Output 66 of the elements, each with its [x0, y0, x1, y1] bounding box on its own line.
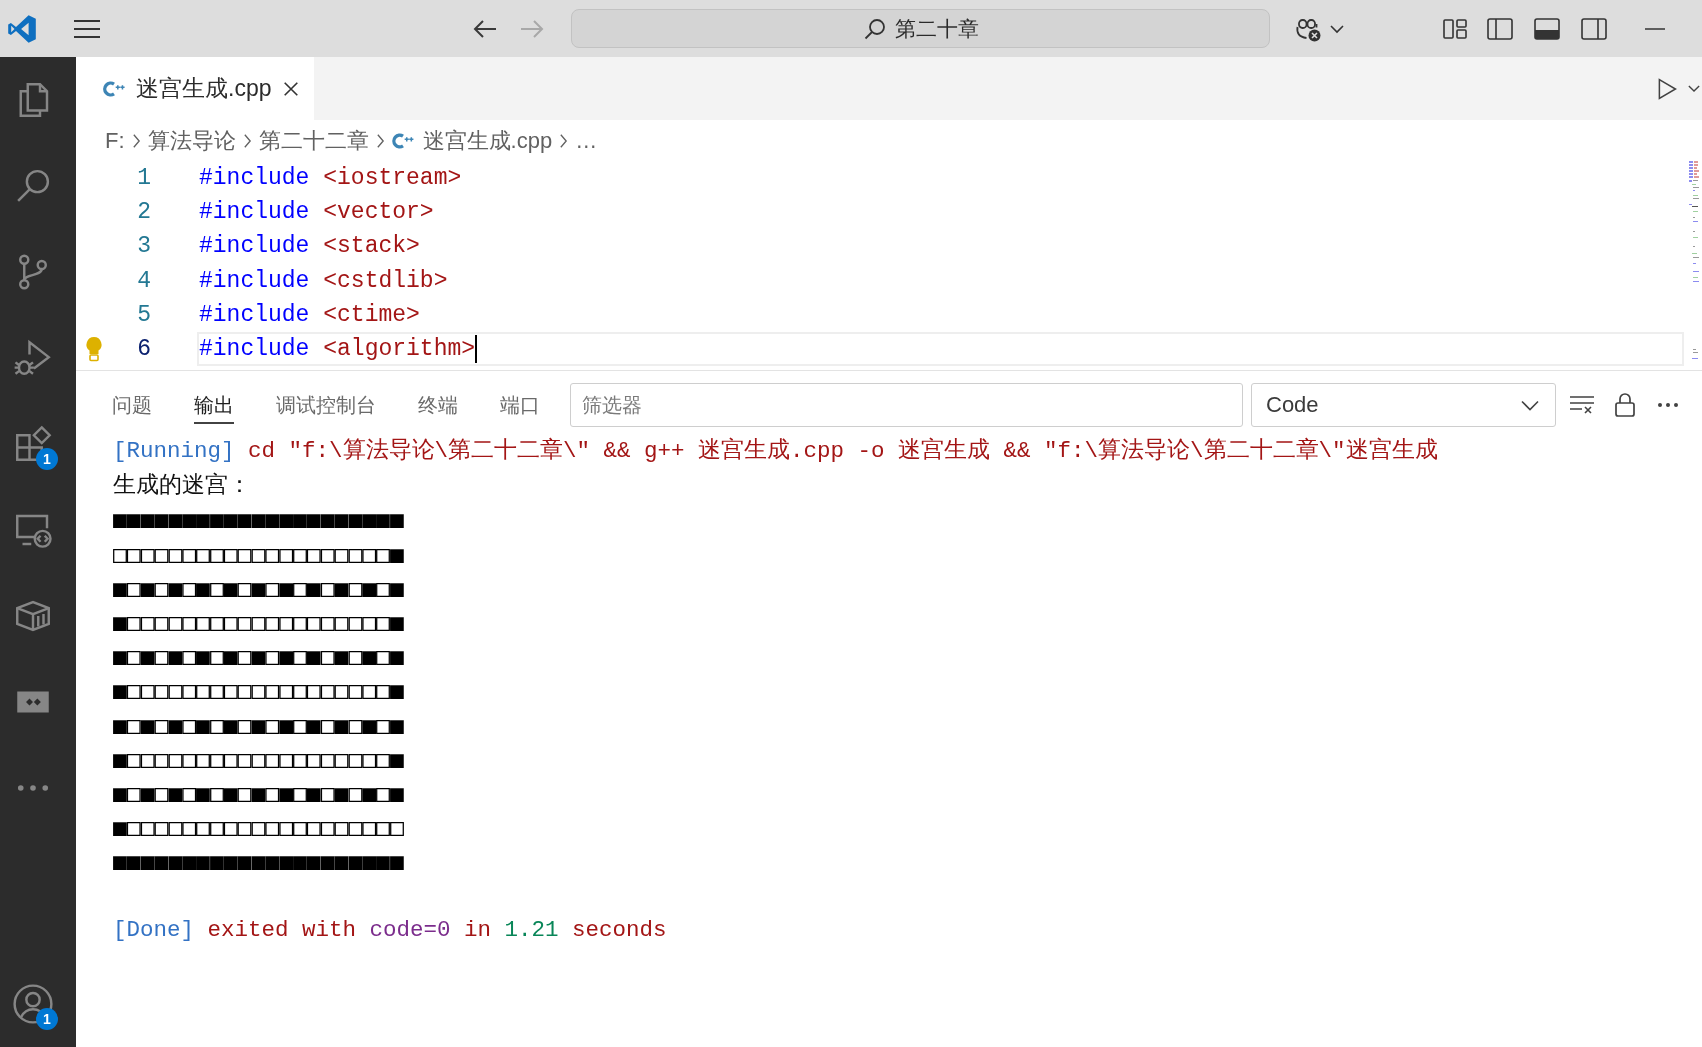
code-line: #include <stack>: [199, 233, 420, 260]
breadcrumb-item[interactable]: F:: [105, 127, 125, 154]
chevron-down-icon[interactable]: [1688, 84, 1700, 93]
line-number: 1: [137, 165, 151, 192]
output-line: 生成的迷宫：: [113, 471, 251, 500]
minimize-icon[interactable]: [1645, 26, 1665, 31]
notification-badge: 1: [36, 1008, 58, 1030]
line-number: 6: [137, 336, 151, 363]
chevron-right-icon: [242, 132, 252, 149]
code-line: #include <algorithm>: [199, 336, 476, 363]
line-number: 3: [137, 233, 151, 260]
search-box[interactable]: 第二十章: [571, 9, 1270, 48]
breadcrumb-item[interactable]: 迷宫生成.cpp: [391, 125, 553, 156]
logo-icon: [7, 13, 37, 44]
panel-bottom-icon[interactable]: [1534, 17, 1560, 40]
chevron-right-icon: [131, 132, 141, 149]
chevron-right-icon: [375, 132, 385, 149]
chevron-right-icon: [559, 132, 569, 149]
cpp-file-icon: [391, 130, 414, 151]
maze-row-text: ■■■■■■■■■■■■■■■■■■■■■: [113, 847, 404, 877]
code-line: #include <iostream>: [199, 165, 462, 192]
maze-row-text: ■□■□■□■□■□■□■□■□■□■□■: [113, 573, 404, 603]
maze-row-text: ■□□□□□□□□□□□□□□□□□□□■: [113, 607, 404, 637]
panel-tab[interactable]: 终端: [418, 386, 458, 424]
output-line: [Done] exited with code=0 in 1.21 seconds: [113, 915, 667, 945]
more-icon[interactable]: [1657, 402, 1679, 408]
sidebar-right-icon[interactable]: [1581, 17, 1607, 40]
lock-icon[interactable]: [1614, 392, 1636, 418]
maze-row-text: □□□□□□□□□□□□□□□□□□□□■: [113, 539, 404, 569]
sidebar-left-icon[interactable]: [1487, 17, 1513, 40]
account-icon[interactable]: [12, 983, 54, 1025]
search-icon: [862, 16, 887, 41]
panel-tab[interactable]: 问题: [112, 386, 152, 424]
code-line: #include <vector>: [199, 199, 434, 226]
filter-field[interactable]: 筛选器: [570, 383, 1243, 427]
back-arrow-icon[interactable]: [472, 17, 498, 40]
chevron-down-icon[interactable]: [1330, 23, 1344, 34]
breadcrumb-item[interactable]: …: [575, 127, 598, 154]
line-number: 2: [137, 199, 151, 226]
maze-row-text: ■□■□■□■□■□■□■□■□■□■□■: [113, 778, 404, 808]
text-cursor: [475, 335, 478, 364]
maze-row-text: ■□□□□□□□□□□□□□□□□□□□■: [113, 744, 404, 774]
panel-tab[interactable]: 端口: [500, 386, 540, 424]
maze-row-text: ■■■■■■■■■■■■■■■■■■■■■: [113, 505, 404, 535]
maze-row-text: ■□□□□□□□□□□□□□□□□□□□□: [113, 813, 404, 843]
code-line: #include <cstdlib>: [199, 267, 448, 294]
panel-tab[interactable]: 调试控制台: [276, 386, 376, 424]
breadcrumb-item[interactable]: 第二十二章: [258, 125, 369, 156]
maze-row-text: ■□□□□□□□□□□□□□□□□□□□■: [113, 676, 404, 706]
close-icon[interactable]: [282, 79, 301, 98]
output-channel-dropdown[interactable]: Code: [1251, 383, 1556, 427]
layout-grid-icon[interactable]: [1442, 17, 1468, 40]
editor-tab[interactable]: 迷宫生成.cpp: [76, 57, 315, 120]
line-number: 5: [137, 301, 151, 328]
output-line: [Running] cd "f:\算法导论\第二十二章\" && g++ 迷宫生成.cpp -o 迷宫生成 && "f:\算法导论\第二十二章\"迷宫生成: [113, 436, 1438, 466]
code-line: #include <ctime>: [199, 301, 420, 328]
menu-icon[interactable]: [73, 18, 101, 39]
clear-output-icon[interactable]: [1569, 394, 1595, 416]
panel-tab[interactable]: 输出: [194, 386, 234, 424]
minimap-drawing[interactable]: [1688, 161, 1700, 361]
breadcrumb-item[interactable]: 算法导论: [147, 125, 236, 156]
line-number: 4: [137, 267, 151, 294]
maze-row-text: ■□■□■□■□■□■□■□■□■□■□■: [113, 710, 404, 740]
maze-row-text: ■□■□■□■□■□■□■□■□■□■□■: [113, 642, 404, 672]
chevron-down-icon: [1521, 399, 1539, 411]
notification-badge: 1: [36, 448, 58, 470]
